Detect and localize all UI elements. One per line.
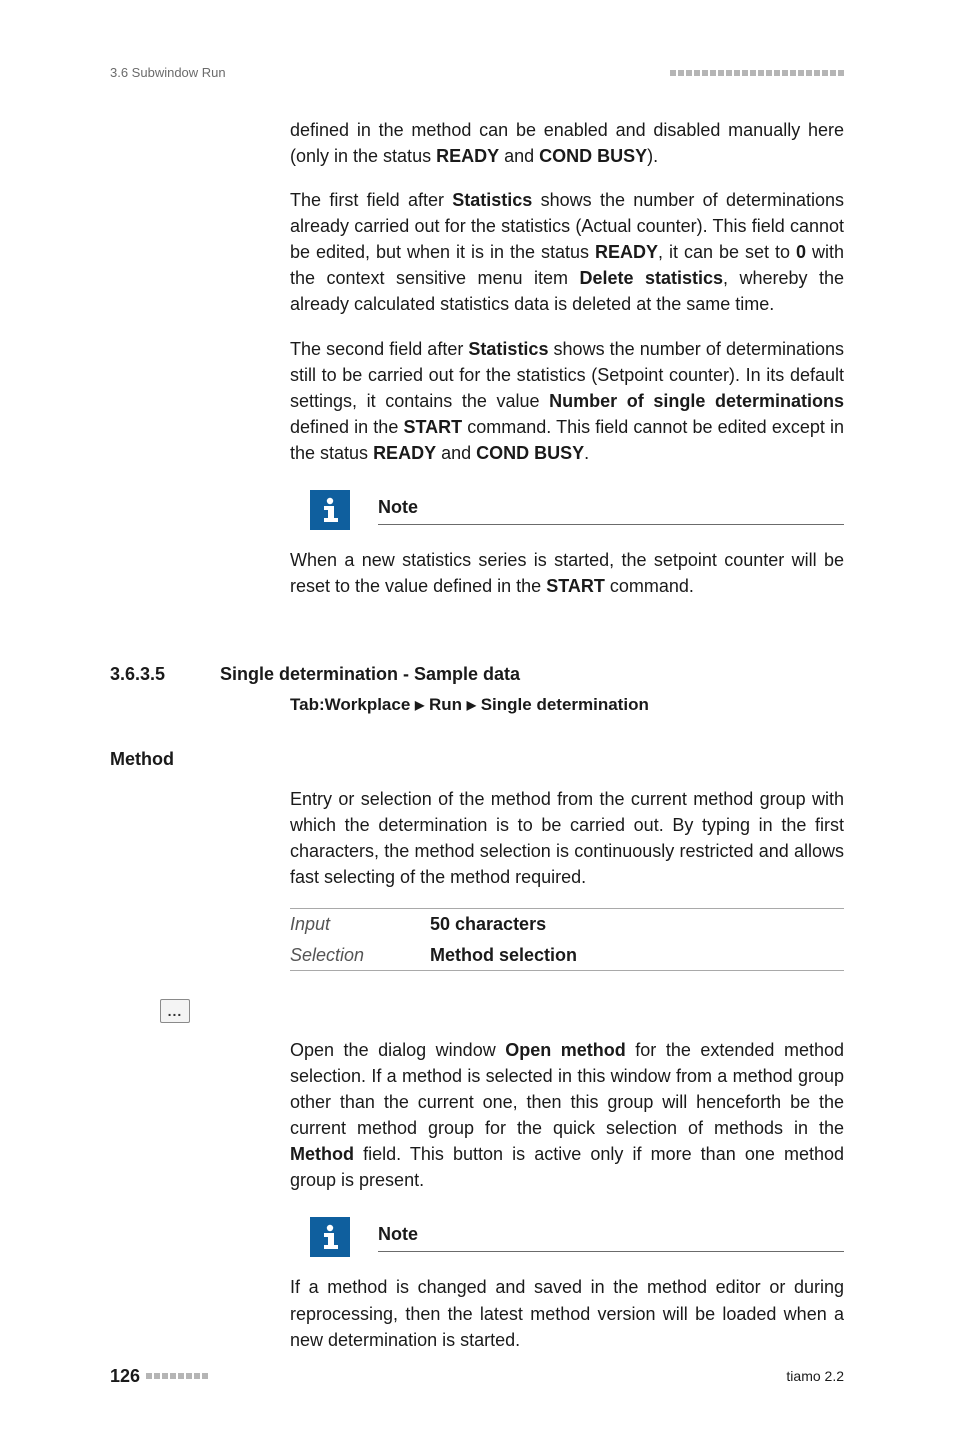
text-bold: COND BUSY bbox=[476, 443, 584, 463]
text-bold: Tab:Workplace bbox=[290, 695, 415, 714]
section-number: 3.6.3.5 bbox=[110, 661, 220, 687]
paragraph: The first field after Statistics shows t… bbox=[290, 187, 844, 317]
note-box: Note If a method is changed and saved in… bbox=[290, 1211, 844, 1384]
page-number: 126 bbox=[110, 1363, 140, 1389]
text: and bbox=[499, 146, 539, 166]
section-heading: 3.6.3.5 Single determination - Sample da… bbox=[110, 661, 844, 687]
paragraph: The second field after Statistics shows … bbox=[290, 336, 844, 466]
page-footer: 126 tiamo 2.2 bbox=[110, 1363, 844, 1389]
text: defined in the bbox=[290, 417, 403, 437]
text: Open the dialog window bbox=[290, 1040, 505, 1060]
text-bold: Single determination bbox=[476, 695, 649, 714]
table-cell-label: Selection bbox=[290, 942, 430, 968]
info-icon bbox=[310, 1217, 350, 1257]
table-cell-label: Input bbox=[290, 911, 430, 937]
paragraph: defined in the method can be enabled and… bbox=[290, 117, 844, 169]
info-icon bbox=[310, 490, 350, 530]
text: ). bbox=[647, 146, 658, 166]
paragraph: Open the dialog window Open method for t… bbox=[290, 1037, 844, 1194]
page-number-block: 126 bbox=[110, 1363, 208, 1389]
text: The first field after bbox=[290, 190, 452, 210]
table-row: Selection Method selection bbox=[290, 940, 844, 970]
table-cell-value: 50 characters bbox=[430, 911, 546, 937]
text-bold: Run bbox=[424, 695, 467, 714]
paragraph: Entry or selection of the method from th… bbox=[290, 786, 844, 890]
section-title: Single determination - Sample data bbox=[220, 661, 520, 687]
text-bold: READY bbox=[436, 146, 499, 166]
text-bold: COND BUSY bbox=[539, 146, 647, 166]
table-cell-value: Method selection bbox=[430, 942, 577, 968]
field-label-method: Method bbox=[110, 746, 844, 772]
text-bold: START bbox=[546, 576, 605, 596]
text-bold: Delete statistics bbox=[579, 268, 723, 288]
product-name: tiamo 2.2 bbox=[786, 1366, 844, 1386]
text: field. This button is active only if mor… bbox=[290, 1144, 844, 1190]
text-bold: 0 bbox=[796, 242, 806, 262]
text-bold: READY bbox=[595, 242, 658, 262]
text: . bbox=[584, 443, 589, 463]
text: command. bbox=[605, 576, 694, 596]
text-bold: Number of single determinations bbox=[549, 391, 844, 411]
header-ornament bbox=[670, 70, 844, 76]
text: The second field after bbox=[290, 339, 468, 359]
note-body: If a method is changed and saved in the … bbox=[290, 1274, 844, 1352]
text: , it can be set to bbox=[658, 242, 796, 262]
param-table: Input 50 characters Selection Method sel… bbox=[290, 908, 844, 970]
note-heading: Note bbox=[378, 494, 844, 525]
breadcrumb: Tab:Workplace ▶ Run ▶ Single determinati… bbox=[290, 693, 844, 718]
footer-ornament bbox=[146, 1373, 208, 1379]
text-bold: Statistics bbox=[452, 190, 532, 210]
header-section-label: 3.6 Subwindow Run bbox=[110, 64, 226, 83]
text-bold: READY bbox=[373, 443, 436, 463]
text-bold: Open method bbox=[505, 1040, 626, 1060]
triangle-icon: ▶ bbox=[467, 698, 476, 712]
note-heading: Note bbox=[378, 1221, 844, 1252]
ellipsis-button[interactable]: ... bbox=[160, 999, 190, 1023]
note-body: When a new statistics series is started,… bbox=[290, 547, 844, 599]
text-bold: START bbox=[403, 417, 462, 437]
page: 3.6 Subwindow Run defined in the method … bbox=[0, 0, 954, 1439]
text-bold: Method bbox=[290, 1144, 354, 1164]
table-row: Input 50 characters bbox=[290, 909, 844, 939]
triangle-icon: ▶ bbox=[415, 698, 424, 712]
text: and bbox=[436, 443, 476, 463]
running-header: 3.6 Subwindow Run bbox=[110, 64, 844, 83]
text-bold: Statistics bbox=[468, 339, 548, 359]
note-box: Note When a new statistics series is sta… bbox=[290, 484, 844, 631]
